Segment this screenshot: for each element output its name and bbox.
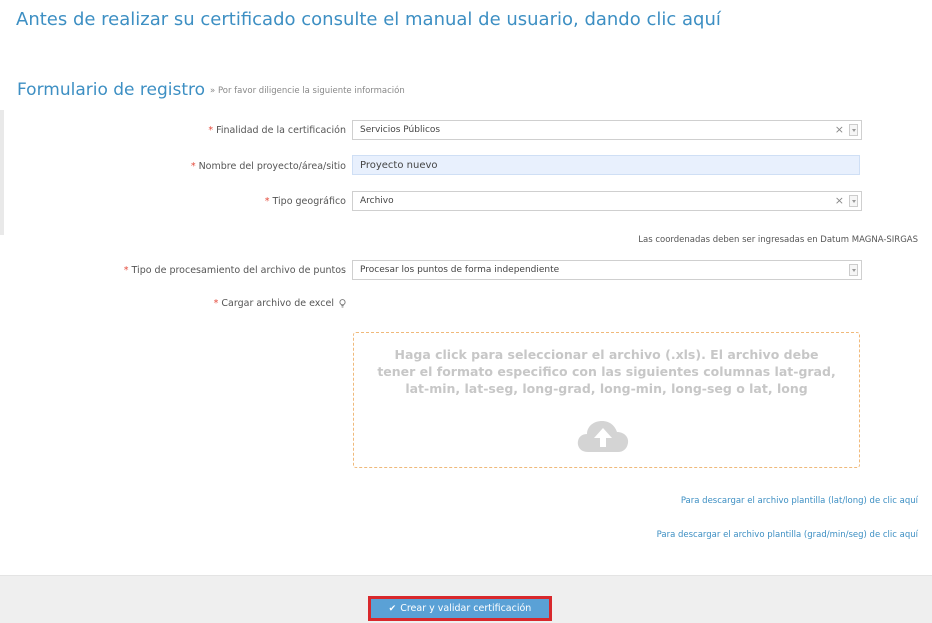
finalidad-label: * Finalidad de la certificación (208, 125, 346, 136)
file-dropzone[interactable]: Haga click para seleccionar el archivo (… (353, 332, 860, 468)
nombre-label: * Nombre del proyecto/área/sitio (190, 161, 346, 172)
finalidad-value: Servicios Públicos (360, 125, 441, 135)
cloud-upload-icon (577, 421, 629, 452)
manual-link[interactable]: Antes de realizar su certificado consult… (16, 9, 721, 30)
required-mark: * (190, 161, 196, 172)
required-mark: * (264, 196, 270, 207)
template-grad-link[interactable]: Para descargar el archivo plantilla (gra… (657, 530, 918, 540)
clear-icon[interactable]: × (835, 194, 844, 207)
required-mark: * (123, 265, 129, 276)
left-edge-bar (0, 110, 4, 235)
chevron-down-icon[interactable] (849, 124, 858, 136)
form-header: Formulario de registro » Por favor dilige… (17, 80, 405, 100)
clear-icon[interactable]: × (835, 123, 844, 136)
procesamiento-value: Procesar los puntos de forma independien… (360, 265, 560, 275)
coords-note: Las coordenadas deben ser ingresadas en … (638, 235, 918, 245)
form-title: Formulario de registro (17, 80, 206, 100)
create-validate-button[interactable]: ✔ Crear y validar certificación (368, 596, 552, 621)
form-subtitle: » Por favor diligencie la siguiente info… (210, 86, 405, 96)
finalidad-select[interactable]: Servicios Públicos × (352, 120, 862, 140)
required-mark: * (208, 125, 214, 136)
dropzone-text: Haga click para seleccionar el archivo (… (377, 347, 836, 396)
template-latlong-link[interactable]: Para descargar el archivo plantilla (lat… (681, 496, 918, 506)
procesamiento-select[interactable]: Procesar los puntos de forma independien… (352, 260, 862, 280)
excel-label: * Cargar archivo de excel (214, 298, 346, 309)
required-mark: * (213, 298, 219, 309)
nombre-value: Proyecto nuevo (360, 160, 438, 171)
lightbulb-icon[interactable] (339, 299, 346, 308)
chevron-down-icon[interactable] (849, 264, 858, 276)
tipo-geo-label: * Tipo geográfico (264, 196, 346, 207)
tipo-geo-value: Archivo (360, 196, 394, 206)
check-icon: ✔ (388, 603, 397, 614)
chevron-down-icon[interactable] (849, 195, 858, 207)
tipo-geo-select[interactable]: Archivo × (352, 191, 862, 211)
procesamiento-label: * Tipo de procesamiento del archivo de pu… (123, 265, 346, 276)
submit-label: Crear y validar certificación (400, 603, 532, 614)
nombre-input[interactable]: Proyecto nuevo (352, 155, 860, 175)
